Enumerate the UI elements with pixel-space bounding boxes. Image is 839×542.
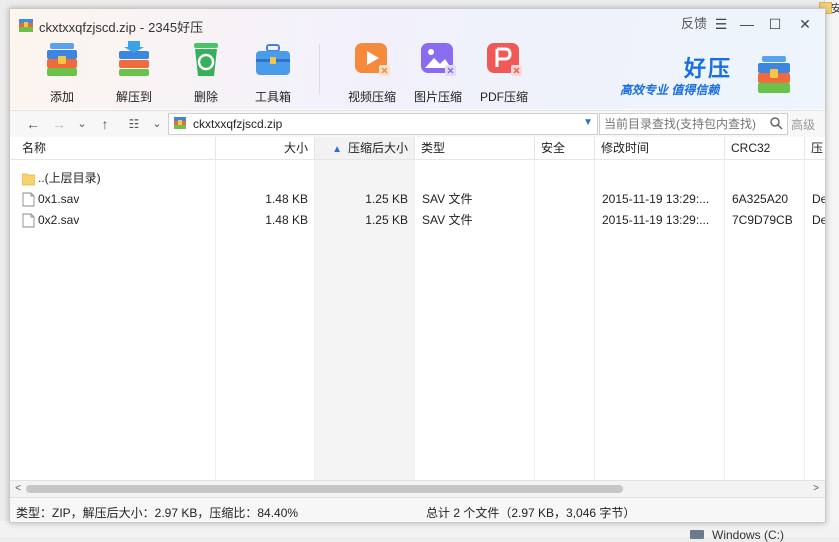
minimize-icon[interactable]: — [738,14,756,34]
feedback-button[interactable]: 反馈 [680,14,708,34]
background-window-edge: 安装 [819,0,839,537]
title-appname: 2345好压 [148,20,204,35]
background-explorer-fragment: Windows (C:) [0,521,839,542]
maximize-icon[interactable]: ☐ [766,14,784,34]
toolbox-icon [256,44,290,75]
forward-arrow-icon[interactable]: → [50,115,68,133]
file-type: SAV 文件 [422,192,473,206]
search-icon[interactable] [769,116,783,130]
file-compressed-size: 1.25 KB [365,192,408,206]
column-header-type[interactable]: 类型 [415,137,535,159]
view-dropdown-icon[interactable]: ⌄ [148,115,166,133]
zip-file-icon [174,117,186,129]
archive-info-status: 类型：ZIP，解压后大小：2.97 KB，压缩比：84.40% [16,506,299,520]
path-box[interactable]: ckxtxxqfzjscd.zip ▼ [168,113,598,135]
file-type: SAV 文件 [422,213,473,227]
image-compress-icon [421,43,456,76]
pdf-compress-icon [487,43,522,76]
title-filename: ckxtxxqfzjscd.zip [39,20,136,35]
window-title: ckxtxxqfzjscd.zip -2345好压 [39,17,203,36]
file-size: 1.48 KB [265,192,308,206]
file-icon [22,192,35,207]
horizontal-scrollbar[interactable]: < > [10,480,825,497]
video-compress-icon [355,43,390,76]
title-toolbar-area: ckxtxxqfzjscd.zip-2345好压 反馈 ☰ — ☐ ✕ 添加 [10,9,825,109]
close-icon[interactable]: ✕ [796,14,814,34]
address-bar: ← → ⌄ ↑ ☷ ⌄ ckxtxxqfzjscd.zip ▼ 高级 [10,110,825,138]
delete-label: 删除 [193,90,218,104]
add-archive-icon [47,43,77,76]
column-header-crc32[interactable]: CRC32 [725,137,805,159]
history-dropdown-icon[interactable]: ⌄ [73,115,91,133]
video-compress-label: 视频压缩 [347,90,396,104]
file-name: ..(上层目录) [38,171,101,185]
add-button[interactable]: 添加 [40,39,84,104]
total-files-status: 总计 2 个文件（2.97 KB，3,046 字节） [426,506,636,520]
file-modified: 2015-11-19 13:29:... [602,192,710,206]
pdf-compress-label: PDF压缩 [479,90,528,104]
haozip-window: ckxtxxqfzjscd.zip-2345好压 反馈 ☰ — ☐ ✕ 添加 [9,8,826,523]
file-list: ..(上层目录) 0x1.sav 1.48 KB 1.25 KB SAV 文件 … [10,160,825,480]
file-crc32: 7C9D79CB [732,213,793,227]
file-list-header: 名称 大小 ▲ 压缩后大小 类型 安全 修改时间 CRC32 压 [10,137,825,160]
extract-label: 解压到 [115,90,152,104]
brand-name: 好压 [684,56,733,81]
current-path: ckxtxxqfzjscd.zip [193,117,283,131]
file-crc32: 6A325A20 [732,192,789,206]
delete-button[interactable]: 删除 [184,39,228,104]
title-separator: - [139,20,145,35]
file-method: De [812,192,826,206]
search-box[interactable] [599,113,788,135]
extract-button[interactable]: 解压到 [112,39,156,104]
path-dropdown-icon[interactable]: ▼ [583,117,593,128]
drive-label: Windows (C:) [712,528,785,542]
scroll-left-icon[interactable]: < [11,482,25,496]
file-compressed-size: 1.25 KB [365,213,408,227]
add-label: 添加 [49,90,74,104]
delete-recycle-icon [194,43,218,76]
file-name: 0x2.sav [38,213,80,227]
column-header-modified[interactable]: 修改时间 [595,137,725,159]
haozip-logo-icon [758,56,790,93]
scroll-right-icon[interactable]: > [809,482,823,496]
column-header-size[interactable]: 大小 [216,137,315,159]
sort-ascending-icon: ▲ [332,144,342,155]
image-compress-label: 图片压缩 [413,90,462,104]
back-arrow-icon[interactable]: ← [24,115,42,133]
drive-icon [690,530,704,539]
background-text: 安装 [831,3,839,15]
toolbar-divider [319,44,320,94]
brand-banner: 好压 高效专业 值得信赖 [618,49,818,109]
table-row-parent-dir[interactable]: ..(上层目录) [10,168,825,189]
up-arrow-icon[interactable]: ↑ [96,115,114,133]
view-mode-icon[interactable]: ☷ [125,115,143,133]
column-header-security[interactable]: 安全 [535,137,595,159]
status-bar: 类型：ZIP，解压后大小：2.97 KB，压缩比：84.40% 总计 2 个文件… [10,497,825,522]
video-compress-button[interactable]: 视频压缩 [344,39,400,104]
image-compress-button[interactable]: 图片压缩 [410,39,466,104]
column-header-compression-method[interactable]: 压 [805,137,825,159]
folder-icon [22,173,35,186]
toolbox-label: 工具箱 [254,90,291,104]
extract-icon [119,41,149,76]
advanced-search-button[interactable]: 高级 [791,116,815,133]
file-name: 0x1.sav [38,192,80,206]
pdf-compress-button[interactable]: PDF压缩 [476,39,532,104]
file-method: De [812,213,826,227]
file-modified: 2015-11-19 13:29:... [602,213,710,227]
file-size: 1.48 KB [265,213,308,227]
column-header-compressed-size-label: 压缩后大小 [347,141,408,155]
menu-icon[interactable]: ☰ [712,14,730,34]
toolbox-button[interactable]: 工具箱 [248,39,298,104]
column-header-compressed-size[interactable]: ▲ 压缩后大小 [315,137,415,159]
brand-slogan: 高效专业 值得信赖 [620,83,720,97]
table-row[interactable]: 0x2.sav 1.48 KB 1.25 KB SAV 文件 2015-11-1… [10,210,825,231]
search-input[interactable] [600,114,764,133]
scrollbar-thumb[interactable] [26,485,623,493]
column-header-name[interactable]: 名称 [10,137,216,159]
table-row[interactable]: 0x1.sav 1.48 KB 1.25 KB SAV 文件 2015-11-1… [10,189,825,210]
haozip-app-icon [19,19,33,32]
file-icon [22,213,35,228]
